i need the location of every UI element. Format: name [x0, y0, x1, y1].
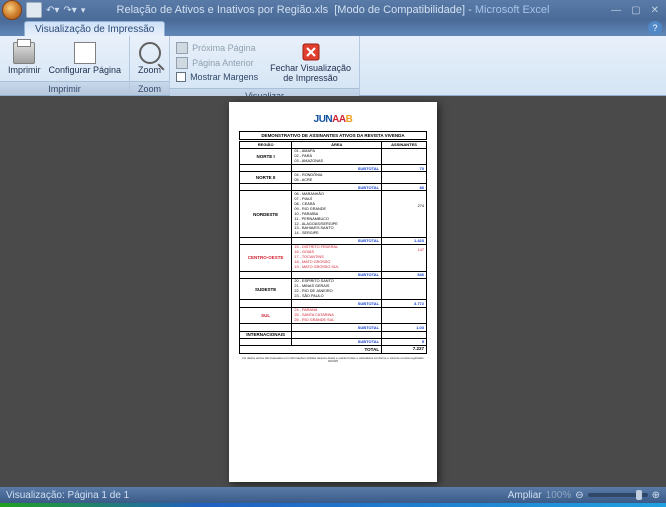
table-row: SUDESTE20 - ESPÍRITO SANTO 21 - MINAS GE… — [240, 278, 427, 300]
subtotal-row: SUBTOTAL3.772 — [240, 300, 427, 307]
status-page-info: Visualização: Página 1 de 1 — [6, 490, 129, 501]
restore-button[interactable]: ▢ — [628, 5, 643, 16]
help-icon[interactable]: ? — [648, 21, 662, 35]
office-button[interactable] — [2, 0, 22, 20]
title-bar: ↶▾ ↷▾ ▾ Relação de Ativos e Inativos por… — [0, 0, 666, 20]
page-icon — [74, 42, 96, 64]
zoom-slider[interactable] — [588, 493, 648, 497]
qat-save-icon[interactable] — [26, 2, 42, 18]
ribbon-group-label: Imprimir — [0, 81, 129, 95]
subtotal-row: SUBTOTAL546 — [240, 271, 427, 278]
qat-undo-icon[interactable]: ↶▾ — [46, 5, 59, 16]
prev-page-icon — [176, 57, 188, 69]
qat-more-icon[interactable]: ▾ — [81, 5, 86, 16]
report-logo: JUNAAB — [239, 114, 427, 125]
window-controls: — ▢ ✕ — [608, 5, 662, 16]
table-row: NORTE II04 - RONDÔNIA 05 - ACRE — [240, 172, 427, 184]
zoom-out-button[interactable]: ⊖ — [575, 490, 583, 501]
close-preview-button[interactable]: Fechar Visualização de Impressão — [266, 38, 355, 86]
report-title: DEMONSTRATIVO DE ASSINANTES ATIVOS DA RE… — [239, 131, 427, 140]
ribbon: Imprimir Configurar Página Imprimir Zoom… — [0, 36, 666, 96]
subtotal-row: SUBTOTAL80 — [240, 184, 427, 191]
zoom-icon — [139, 42, 161, 64]
close-button[interactable]: ✕ — [648, 5, 662, 16]
subtotal-row: SUBTOTAL1.03 — [240, 324, 427, 331]
table-row: CENTRO-OESTE15 - DISTRITO FEDERAL 16 - G… — [240, 244, 427, 271]
preview-page: JUNAAB DEMONSTRATIVO DE ASSINANTES ATIVO… — [229, 102, 437, 482]
next-page-icon — [176, 42, 188, 54]
zoom-control: Ampliar 100% ⊖ ⊕ — [508, 490, 660, 501]
zoom-in-button[interactable]: ⊕ — [652, 490, 660, 501]
zoom-value: 100% — [546, 490, 572, 501]
close-preview-icon — [299, 40, 323, 64]
col-area: ÁREA — [292, 141, 382, 148]
show-margins-checkbox[interactable]: Mostrar Margens — [174, 71, 260, 83]
col-ass: ASSINANTES — [382, 141, 427, 148]
tab-print-preview[interactable]: Visualização de Impressão — [24, 21, 165, 36]
table-row: INTERNACIONAIS — [240, 331, 427, 338]
report-footnote: Os dados acima são baseados em informaçõ… — [239, 357, 427, 364]
table-row: NORTE I01 - AMAPÁ 02 - PARÁ 03 - AMAZONA… — [240, 148, 427, 165]
subtotal-row: SUBTOTAL5 — [240, 338, 427, 345]
print-preview-area[interactable]: JUNAAB DEMONSTRATIVO DE ASSINANTES ATIVO… — [0, 96, 666, 487]
subtotal-row: SUBTOTAL1.423 — [240, 237, 427, 244]
table-row: NORDESTE06 - MARANHÃO 07 - PIAUÍ 08 - CE… — [240, 191, 427, 237]
print-button[interactable]: Imprimir — [4, 40, 45, 78]
minimize-button[interactable]: — — [608, 5, 624, 16]
total-row: TOTAL7.227 — [240, 345, 427, 353]
checkbox-icon — [176, 72, 186, 82]
report-table: REGIÃO ÁREA ASSINANTES NORTE I01 - AMAPÁ… — [239, 141, 427, 354]
ribbon-group-zoom: Zoom Zoom — [130, 36, 170, 95]
quick-access-toolbar: ↶▾ ↷▾ ▾ — [26, 2, 85, 18]
subtotal-row: SUBTOTAL70 — [240, 165, 427, 172]
ribbon-group-view: Próxima Página Página Anterior Mostrar M… — [170, 36, 360, 95]
zoom-label: Ampliar — [508, 490, 542, 501]
zoom-button[interactable]: Zoom — [134, 40, 165, 78]
next-page-button: Próxima Página — [174, 41, 260, 55]
page-setup-button[interactable]: Configurar Página — [45, 40, 126, 78]
window-title: Relação de Ativos e Inativos por Região.… — [117, 4, 550, 16]
prev-page-button: Página Anterior — [174, 56, 260, 70]
ribbon-group-label: Zoom — [130, 81, 169, 95]
taskbar-strip — [0, 503, 666, 507]
qat-redo-icon[interactable]: ↷▾ — [63, 5, 76, 16]
ribbon-group-print: Imprimir Configurar Página Imprimir — [0, 36, 130, 95]
col-region: REGIÃO — [240, 141, 292, 148]
ribbon-tab-strip: Visualização de Impressão ? — [0, 20, 666, 36]
printer-icon — [13, 42, 35, 64]
table-row: SUL24 - PARANÁ 25 - SANTA CATARINA 26 - … — [240, 307, 427, 324]
status-bar: Visualização: Página 1 de 1 Ampliar 100%… — [0, 487, 666, 503]
